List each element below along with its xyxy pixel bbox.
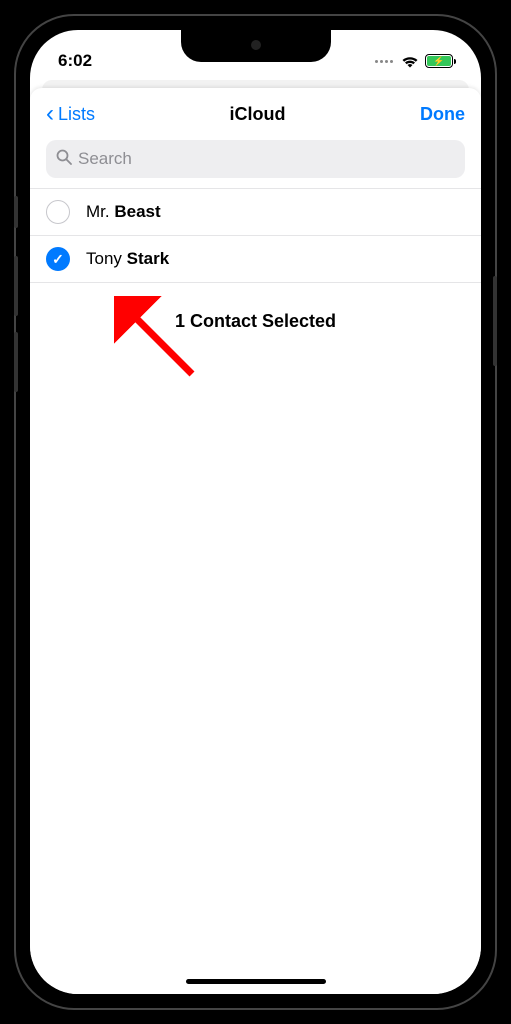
back-button[interactable]: ‹ Lists [46,102,95,126]
status-time: 6:02 [58,51,92,71]
power-button [493,276,497,366]
contact-row[interactable]: Mr. Beast [30,189,481,236]
contact-name: Mr. Beast [86,202,161,222]
phone-screen: 6:02 ⚡ ‹ Lists iCloud [30,30,481,994]
status-right: ⚡ [375,54,453,68]
home-indicator[interactable] [186,979,326,984]
search-container: Search [30,140,481,188]
nav-title: iCloud [230,104,286,125]
back-label: Lists [58,104,95,125]
chevron-left-icon: ‹ [46,102,54,126]
volume-up-button [14,256,18,316]
volume-down-button [14,332,18,392]
radio-checked-icon[interactable]: ✓ [46,247,70,271]
front-camera [251,40,261,50]
checkmark-icon: ✓ [52,251,64,268]
nav-bar: ‹ Lists iCloud Done [30,88,481,140]
charging-bolt-icon: ⚡ [433,57,444,66]
phone-frame: 6:02 ⚡ ‹ Lists iCloud [14,14,497,1010]
notch [181,30,331,62]
done-button[interactable]: Done [420,104,465,125]
search-icon [56,149,72,170]
silent-switch [14,196,18,228]
contact-list: Mr. Beast ✓ Tony Stark [30,188,481,283]
contact-name: Tony Stark [86,249,169,269]
contact-row[interactable]: ✓ Tony Stark [30,236,481,283]
search-input[interactable]: Search [46,140,465,178]
cell-dots-icon [375,60,393,63]
battery-icon: ⚡ [425,54,453,68]
modal-sheet: ‹ Lists iCloud Done Search Mr [30,88,481,994]
selection-summary: 1 Contact Selected [30,283,481,360]
search-placeholder: Search [78,149,132,169]
radio-unchecked-icon[interactable] [46,200,70,224]
wifi-icon [401,55,419,68]
